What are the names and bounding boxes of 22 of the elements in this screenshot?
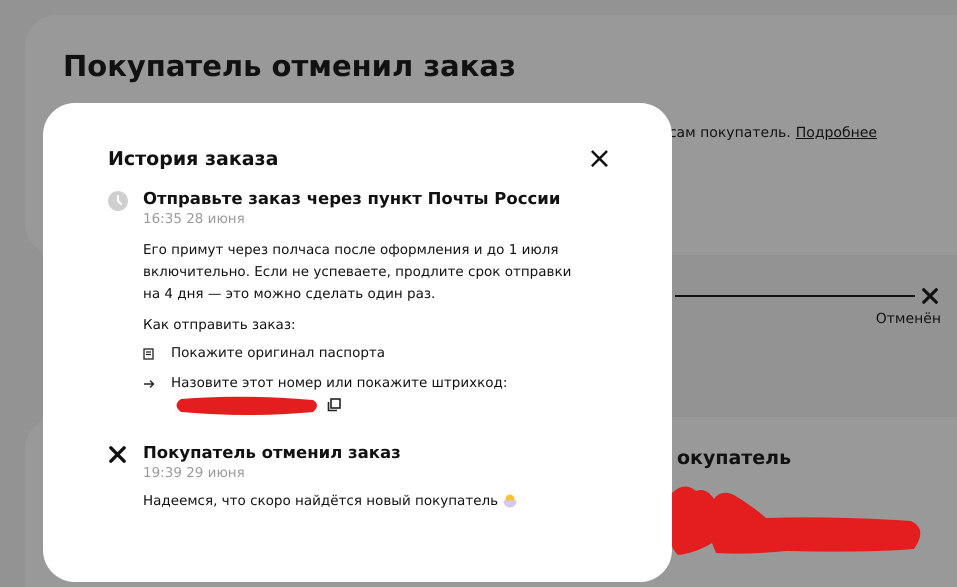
dialog-title: История заказа [108, 148, 278, 170]
step-text: Покажите оригинал паспорта [171, 345, 386, 361]
cross-icon [921, 287, 939, 305]
details-link[interactable]: Подробнее [796, 125, 877, 141]
status-label: Отменён [876, 311, 941, 327]
document-icon [143, 348, 154, 360]
steps-heading: Как отправить заказ: [143, 317, 297, 333]
cross-icon [108, 445, 127, 464]
event-time: 16:35 28 июня [143, 211, 246, 227]
close-button[interactable]: × [586, 147, 612, 171]
event-title: Покупатель отменил заказ [143, 443, 402, 462]
arrow-icon [143, 379, 155, 389]
event-text: Надеемся, что скоро найдётся новый покупатель [143, 493, 498, 509]
step-text: Назовите этот номер или покажите штрихкод: [171, 375, 508, 391]
event-time: 19:39 29 июня [143, 465, 246, 481]
page-title: Покупатель отменил заказ [63, 49, 517, 83]
card-heading: окупатель [677, 447, 792, 469]
chick-icon [502, 493, 518, 509]
clock-icon [108, 191, 128, 211]
event-text: Его примут через полчаса после оформления и до 1 июля включительно. Если не успеваете, продлите срок отправки на 4 дня — это можно сделать один раз. [143, 241, 572, 304]
event-title: Отправьте заказ через пункт Почты России [143, 189, 562, 208]
copy-icon[interactable] [327, 398, 341, 412]
